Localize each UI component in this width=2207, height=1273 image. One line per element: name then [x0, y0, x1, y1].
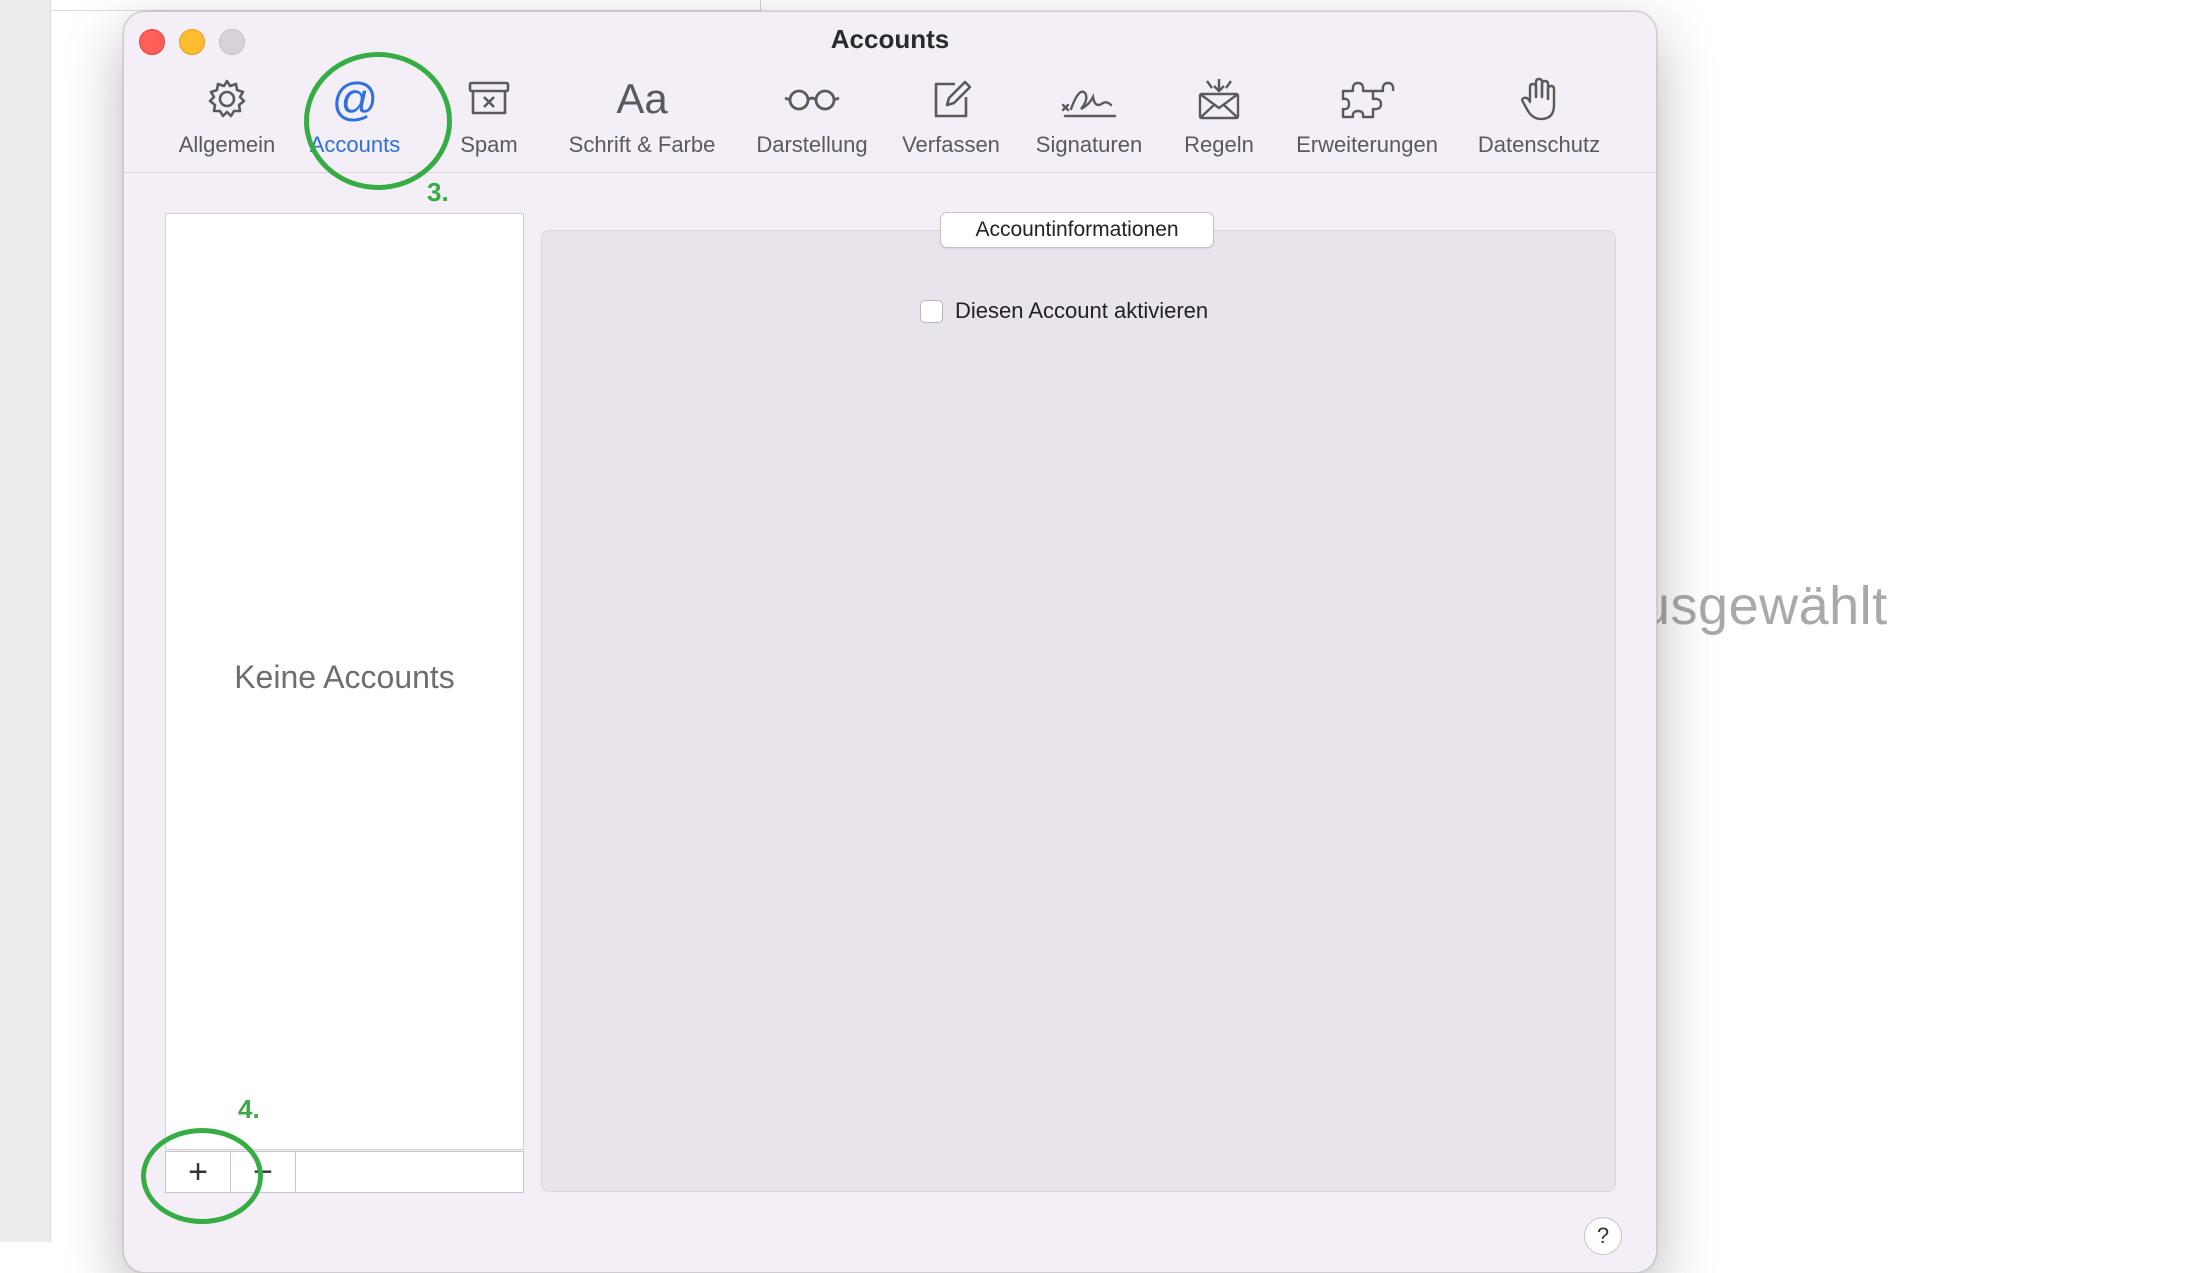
enable-account-label: Diesen Account aktivieren [955, 298, 1209, 323]
account-list[interactable]: Keine Accounts [165, 213, 524, 1150]
hand-icon [1509, 72, 1569, 126]
tab-accounts[interactable]: @ Accounts [299, 72, 411, 170]
signature-icon [1059, 72, 1119, 126]
help-button[interactable]: ? [1584, 1217, 1622, 1255]
tab-label: Verfassen [902, 132, 1000, 157]
toolbar: Accounts Allgemein @ Accounts Spam Aa Sc… [124, 12, 1656, 173]
tab-erweiterungen[interactable]: Erweiterungen [1281, 72, 1453, 170]
tab-label: Spam [460, 132, 518, 157]
tab-verfassen[interactable]: Verfassen [892, 72, 1010, 170]
tab-schrift-farbe[interactable]: Aa Schrift & Farbe [556, 72, 728, 170]
empty-list-message: Keine Accounts [234, 659, 455, 695]
tab-darstellung[interactable]: Darstellung [747, 72, 877, 170]
background-empty-message: usgewählt [1640, 576, 1888, 636]
tab-label: Allgemein [178, 132, 276, 157]
remove-account-button[interactable]: − [231, 1152, 296, 1192]
background-toolbar-edge [50, 0, 762, 11]
font-icon: Aa [616, 75, 668, 122]
rules-envelope-icon [1189, 72, 1249, 126]
preferences-window: Accounts Allgemein @ Accounts Spam Aa Sc… [123, 11, 1657, 1273]
tab-label: Accounts [309, 132, 401, 157]
tab-label: Datenschutz [1477, 132, 1601, 157]
add-account-button[interactable]: + [166, 1152, 231, 1192]
tab-datenschutz[interactable]: Datenschutz [1459, 72, 1619, 170]
tab-label: Regeln [1184, 132, 1254, 157]
at-sign-icon: @ [331, 73, 379, 125]
background-sidebar [0, 0, 51, 1242]
account-list-toolbar: + − [165, 1151, 524, 1193]
enable-account-row: Diesen Account aktivieren [920, 298, 1208, 324]
tab-label: Signaturen [1035, 132, 1143, 157]
tab-label: Erweiterungen [1296, 132, 1438, 157]
tab-signaturen[interactable]: Signaturen [1022, 72, 1156, 170]
enable-account-checkbox[interactable] [920, 299, 943, 323]
compose-icon [921, 72, 981, 126]
gear-icon [197, 72, 257, 126]
background-divider [760, 0, 761, 10]
tab-spam[interactable]: Spam [444, 72, 534, 170]
window-title: Accounts [830, 24, 950, 54]
tab-label: Darstellung [756, 132, 868, 157]
glasses-icon [782, 72, 842, 126]
account-info-tab[interactable]: Accountinformationen [940, 212, 1214, 248]
tab-allgemein[interactable]: Allgemein [172, 72, 282, 170]
account-detail-panel [541, 230, 1616, 1192]
annotation-step-3: 3. [427, 177, 449, 207]
tab-label: Schrift & Farbe [568, 132, 716, 157]
junk-box-icon [459, 72, 519, 126]
puzzle-icon [1337, 72, 1397, 126]
tab-regeln[interactable]: Regeln [1174, 72, 1264, 170]
annotation-step-4: 4. [238, 1094, 260, 1124]
